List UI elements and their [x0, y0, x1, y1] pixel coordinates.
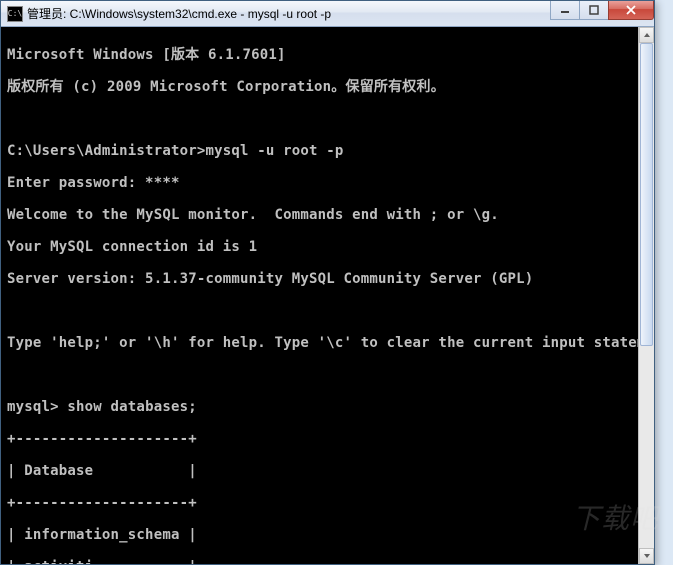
maximize-icon — [589, 5, 599, 15]
blank-line — [7, 367, 652, 383]
table-border: +--------------------+ — [7, 495, 652, 511]
cmd-icon-text: C:\ — [8, 9, 22, 18]
scroll-up-button[interactable] — [639, 27, 654, 43]
minimize-icon — [560, 5, 570, 15]
title-path: C:\Windows\system32\cmd.exe - mysql -u r… — [70, 7, 331, 21]
chevron-down-icon — [643, 553, 651, 559]
sql-command-line: mysql> show databases; — [7, 399, 652, 415]
scroll-down-button[interactable] — [639, 548, 654, 564]
table-border: +--------------------+ — [7, 431, 652, 447]
chevron-up-icon — [643, 32, 651, 38]
window-controls — [551, 1, 654, 20]
close-button[interactable] — [608, 1, 654, 20]
connid-line: Your MySQL connection id is 1 — [7, 239, 652, 255]
welcome-line: Welcome to the MySQL monitor. Commands e… — [7, 207, 652, 223]
scroll-track[interactable] — [639, 43, 654, 548]
help-line: Type 'help;' or '\h' for help. Type '\c'… — [7, 335, 652, 351]
version-line: Server version: 5.1.37-community MySQL C… — [7, 271, 652, 287]
cmd-window: C:\ 管理员: C:\Windows\system32\cmd.exe - m… — [0, 0, 655, 565]
titlebar[interactable]: C:\ 管理员: C:\Windows\system32\cmd.exe - m… — [1, 1, 654, 27]
blank-line — [7, 303, 652, 319]
password-line: Enter password: **** — [7, 175, 652, 191]
maximize-button[interactable] — [579, 1, 609, 20]
terminal-output[interactable]: Microsoft Windows [版本 6.1.7601] 版权所有 (c)… — [1, 27, 654, 564]
sql-prompt: mysql> — [7, 399, 67, 415]
minimize-button[interactable] — [550, 1, 580, 20]
db-row: | information_schema | — [7, 527, 652, 543]
vertical-scrollbar[interactable] — [638, 27, 654, 564]
close-icon — [625, 5, 637, 15]
prompt-line: C:\Users\Administrator>mysql -u root -p — [7, 143, 652, 159]
blank-line — [7, 111, 652, 127]
table-header: | Database | — [7, 463, 652, 479]
header-line: Microsoft Windows [版本 6.1.7601] — [7, 47, 652, 63]
cmd-icon: C:\ — [7, 6, 23, 22]
scroll-thumb[interactable] — [640, 43, 653, 346]
db-row: | activiti | — [7, 559, 652, 564]
copyright-line: 版权所有 (c) 2009 Microsoft Corporation。保留所有… — [7, 79, 652, 95]
sql-command: show databases; — [67, 399, 196, 415]
title-prefix: 管理员: — [27, 7, 70, 21]
